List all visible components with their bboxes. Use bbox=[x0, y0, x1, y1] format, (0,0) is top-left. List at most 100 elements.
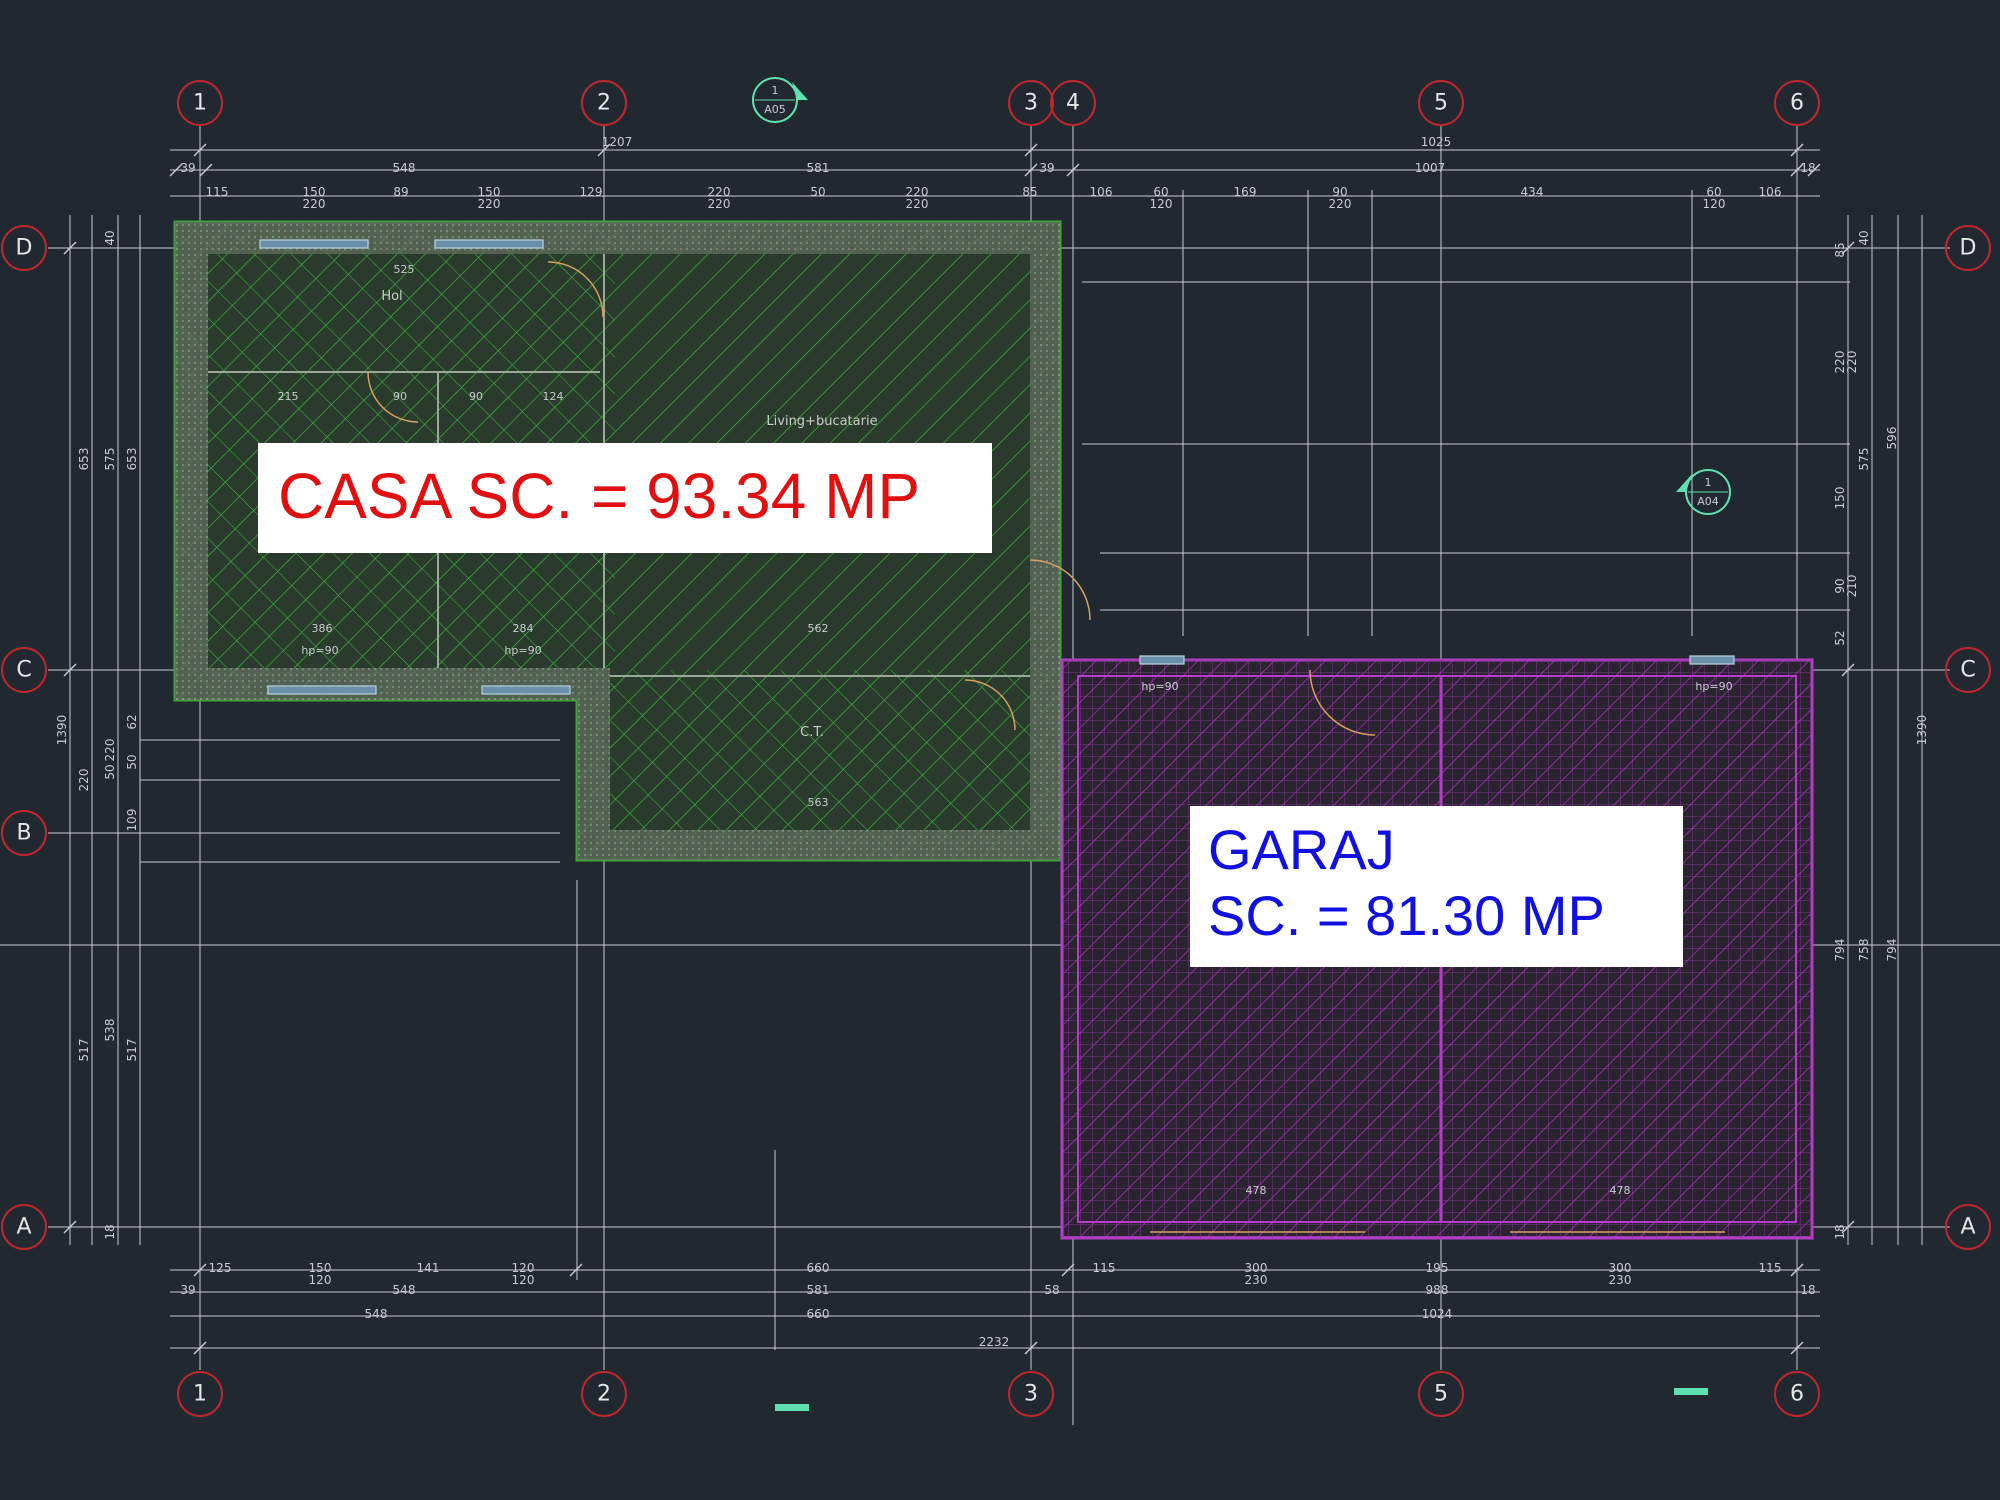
casa-area-label: CASA SC. = 93.34 MP bbox=[258, 443, 992, 553]
svg-text:2: 2 bbox=[597, 1382, 611, 1407]
axis-bubble-a-left: A bbox=[1, 1204, 47, 1250]
svg-text:3: 3 bbox=[1024, 91, 1038, 116]
dim-room: 124 bbox=[543, 390, 564, 403]
hp-label: hp=90 bbox=[1141, 680, 1178, 693]
dim-top-row2: 129 bbox=[580, 185, 603, 199]
dim-room: 284 bbox=[513, 622, 534, 635]
dim-right: 1390 bbox=[1915, 715, 1929, 746]
dim-room: 90 bbox=[469, 390, 483, 403]
svg-text:A: A bbox=[16, 1215, 31, 1240]
dim-right: 150 bbox=[1833, 487, 1847, 510]
dim-left: 220 bbox=[77, 769, 91, 792]
garaj-area-text: SC. = 81.30 MP bbox=[1208, 884, 1605, 947]
axis-bubble-c-right: C bbox=[1945, 647, 1991, 693]
dim-top-row2: 115 bbox=[206, 185, 229, 199]
svg-text:1: 1 bbox=[1705, 476, 1712, 489]
floor-plan-drawing: 1 2 3 4 5 6 1 2 3 5 6 D C B A D C A 1 A0… bbox=[0, 77, 2000, 1425]
room-label-hol: Hol bbox=[381, 289, 402, 304]
dim-top-row2: 434 bbox=[1521, 185, 1544, 199]
dim-right: 220 bbox=[1845, 351, 1859, 374]
dim-right: 52 bbox=[1833, 630, 1847, 645]
dim-top-row2-sub: 120 bbox=[1703, 197, 1726, 211]
dim-bottom-row3: 1024 bbox=[1422, 1307, 1453, 1321]
garaj-title: GARAJ bbox=[1208, 818, 1395, 881]
axis-bubble-d-right: D bbox=[1945, 225, 1991, 271]
dim-right: 210 bbox=[1845, 575, 1859, 598]
axis-bubble-5-bottom: 5 bbox=[1418, 1371, 1464, 1417]
dim-top-row2: 106 bbox=[1759, 185, 1782, 199]
axis-bubble-4-top: 4 bbox=[1050, 80, 1096, 126]
dim-bottom-row1: 660 bbox=[807, 1261, 830, 1275]
axis-bubble-c-left: C bbox=[1, 647, 47, 693]
svg-text:2: 2 bbox=[597, 91, 611, 116]
dim-room: 215 bbox=[278, 390, 299, 403]
dim-bottom-total: 2232 bbox=[979, 1335, 1010, 1349]
axis-bubble-6-top: 6 bbox=[1774, 80, 1820, 126]
svg-text:6: 6 bbox=[1790, 91, 1804, 116]
dim-bottom-row3: 660 bbox=[807, 1307, 830, 1321]
dim-left: 50 bbox=[125, 754, 139, 769]
dim-bottom-row2: 58 bbox=[1044, 1283, 1059, 1297]
dim-room: 525 bbox=[394, 263, 415, 276]
dim-top-row2-sub: 220 bbox=[478, 197, 501, 211]
dim-top-row2-sub: 220 bbox=[708, 197, 731, 211]
dim-top-row2: 169 bbox=[1234, 185, 1257, 199]
dim-top-row1: 39 bbox=[180, 161, 195, 175]
dim-bottom-row1: 115 bbox=[1093, 1261, 1116, 1275]
svg-text:A04: A04 bbox=[1697, 495, 1719, 508]
dim-bottom-row2: 581 bbox=[807, 1283, 830, 1297]
dim-top-total-right: 1025 bbox=[1421, 135, 1452, 149]
dim-left: 653 bbox=[77, 448, 91, 471]
dim-room: 90 bbox=[393, 390, 407, 403]
axis-bubble-a-right: A bbox=[1945, 1204, 1991, 1250]
section-cut-mark-bottom-right bbox=[1674, 1388, 1708, 1395]
axis-bubble-2-bottom: 2 bbox=[581, 1371, 627, 1417]
dim-top-row1: 581 bbox=[807, 161, 830, 175]
dim-top-row2-sub: 220 bbox=[303, 197, 326, 211]
dim-left: 220 bbox=[103, 739, 117, 762]
section-marker-a04: 1 A04 bbox=[1676, 469, 1731, 515]
dim-top-row1: 548 bbox=[393, 161, 416, 175]
axis-bubble-6-bottom: 6 bbox=[1774, 1371, 1820, 1417]
svg-text:1: 1 bbox=[193, 91, 207, 116]
dim-left: 40 bbox=[103, 230, 117, 245]
dim-left: 517 bbox=[77, 1039, 91, 1062]
hp-label: hp=90 bbox=[1695, 680, 1732, 693]
dim-top-row2-sub: 220 bbox=[906, 197, 929, 211]
dim-right: 794 bbox=[1833, 939, 1847, 962]
dim-top-row2-sub: 120 bbox=[1150, 197, 1173, 211]
dim-bottom-row2: 988 bbox=[1426, 1283, 1449, 1297]
section-marker-a05: 1 A05 bbox=[752, 77, 808, 123]
axis-bubble-5-top: 5 bbox=[1418, 80, 1464, 126]
dim-room: 478 bbox=[1246, 1184, 1267, 1197]
svg-text:D: D bbox=[16, 236, 33, 261]
dim-left: 18 bbox=[103, 1224, 117, 1239]
svg-text:1: 1 bbox=[772, 84, 779, 97]
dim-bottom-row1: 141 bbox=[417, 1261, 440, 1275]
axis-bubble-d-left: D bbox=[1, 225, 47, 271]
dim-right: 40 bbox=[1857, 230, 1871, 245]
garaj-area-label: GARAJ SC. = 81.30 MP bbox=[1190, 806, 1683, 967]
dim-top-row1: 1007 bbox=[1415, 161, 1446, 175]
room-label-ct: C.T. bbox=[800, 725, 824, 740]
dim-right: 18 bbox=[1833, 1224, 1847, 1239]
dim-bottom-row1-sub: 230 bbox=[1245, 1273, 1268, 1287]
dim-room: 562 bbox=[808, 622, 829, 635]
dim-bottom-row2: 548 bbox=[393, 1283, 416, 1297]
dim-room: 563 bbox=[808, 796, 829, 809]
dim-bottom-row1: 115 bbox=[1759, 1261, 1782, 1275]
dim-left: 517 bbox=[125, 1039, 139, 1062]
svg-text:5: 5 bbox=[1434, 1382, 1448, 1407]
dim-bottom-row2: 18 bbox=[1800, 1283, 1815, 1297]
dim-top-row1: 18 bbox=[1800, 161, 1815, 175]
dim-left: 575 bbox=[103, 448, 117, 471]
axis-bubble-1-bottom: 1 bbox=[177, 1371, 223, 1417]
dim-right: 575 bbox=[1857, 448, 1871, 471]
room-label-living: Living+bucatarie bbox=[766, 414, 877, 429]
axis-bubble-3-top: 3 bbox=[1008, 80, 1054, 126]
dim-left: 109 bbox=[125, 809, 139, 832]
dim-bottom-row1-sub: 120 bbox=[309, 1273, 332, 1287]
dim-bottom-row1-sub: 120 bbox=[512, 1273, 535, 1287]
dim-right: 596 bbox=[1885, 427, 1899, 450]
dim-top-row2: 106 bbox=[1090, 185, 1113, 199]
